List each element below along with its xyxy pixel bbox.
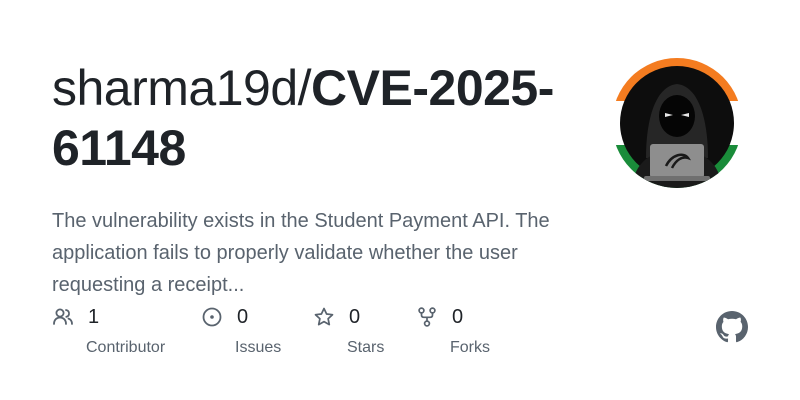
people-icon: [52, 306, 74, 328]
stat-forks[interactable]: 0 Forks: [416, 303, 490, 357]
stat-contributors[interactable]: 1 Contributor: [52, 303, 165, 357]
stat-label: Stars: [347, 339, 385, 356]
stat-count: 1: [88, 305, 100, 328]
issue-icon: [201, 306, 223, 328]
repo-description: The vulnerability exists in the Student …: [52, 210, 550, 296]
repo-title[interactable]: sharma19d/CVE-2025-61148: [52, 58, 592, 178]
stat-issues[interactable]: 0 Issues: [201, 303, 281, 357]
hooded-hacker-avatar-icon: [612, 58, 742, 188]
stat-count: 0: [349, 305, 361, 328]
stat-label: Contributor: [86, 339, 166, 356]
stat-label: Forks: [450, 339, 490, 356]
repo-social-card: sharma19d/CVE-2025-61148 The vulnerabili…: [0, 0, 800, 400]
star-icon: [313, 306, 335, 328]
stat-label: Issues: [235, 339, 282, 356]
repo-owner[interactable]: sharma19d/: [52, 60, 312, 116]
github-logo-icon[interactable]: [716, 311, 748, 343]
fork-icon: [416, 306, 438, 328]
stat-stars[interactable]: 0 Stars: [313, 303, 384, 357]
stat-count: 0: [237, 305, 249, 328]
owner-avatar[interactable]: [612, 58, 742, 188]
stat-count: 0: [452, 305, 464, 328]
